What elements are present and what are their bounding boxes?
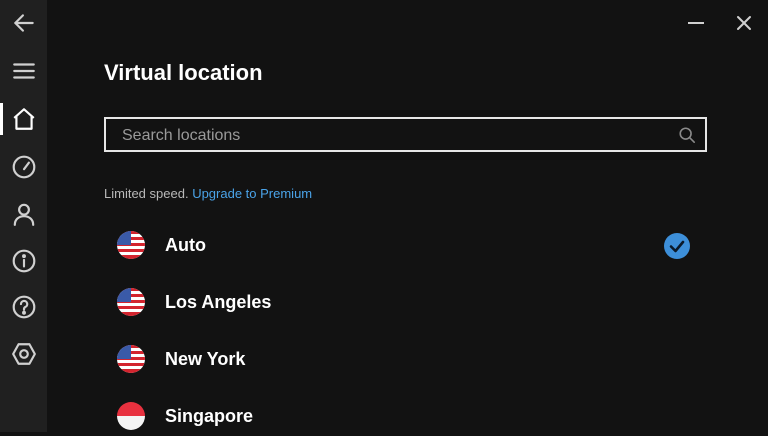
info-icon [12, 249, 35, 273]
hamburger-menu-icon [12, 63, 35, 79]
us-flag-icon [117, 345, 145, 373]
back-button[interactable] [0, 1, 47, 45]
location-item-singapore[interactable]: Singapore [117, 396, 697, 436]
location-item-los-angeles[interactable]: Los Angeles [117, 282, 697, 322]
us-flag-icon [117, 288, 145, 316]
limited-speed-text: Limited speed. [104, 186, 189, 201]
main-panel: Virtual location Limited speed. Upgrade … [47, 0, 768, 432]
minimize-button[interactable] [681, 8, 711, 38]
sidebar-item-settings[interactable] [0, 332, 47, 376]
close-button[interactable] [729, 8, 759, 38]
sidebar [0, 0, 47, 432]
home-icon [13, 108, 34, 130]
back-arrow-icon [13, 14, 34, 32]
search-icon[interactable] [678, 126, 696, 144]
sidebar-item-account[interactable] [0, 192, 47, 236]
location-name: Auto [165, 234, 206, 255]
help-icon [12, 295, 35, 319]
speedometer-icon [12, 155, 35, 179]
location-name: New York [165, 348, 246, 369]
sidebar-item-help[interactable] [0, 285, 47, 329]
search-input[interactable] [120, 119, 664, 152]
settings-icon [11, 343, 36, 365]
speed-notice: Limited speed. Upgrade to Premium [104, 186, 312, 201]
sidebar-item-home[interactable] [0, 97, 47, 141]
selected-check-icon [664, 233, 690, 259]
account-icon [13, 203, 34, 226]
close-icon [737, 16, 751, 30]
search-box [104, 117, 707, 152]
us-flag-icon [117, 231, 145, 259]
upgrade-link[interactable]: Upgrade to Premium [192, 186, 312, 201]
page-title: Virtual location [104, 60, 263, 85]
sidebar-item-info[interactable] [0, 239, 47, 283]
sg-flag-icon [117, 402, 145, 430]
location-item-auto[interactable]: Auto [117, 225, 697, 265]
menu-button[interactable] [0, 49, 47, 93]
location-item-new-york[interactable]: New York [117, 339, 697, 379]
minimize-icon [688, 22, 704, 24]
location-name: Singapore [165, 405, 254, 426]
location-name: Los Angeles [165, 291, 272, 312]
sidebar-item-speed[interactable] [0, 145, 47, 189]
